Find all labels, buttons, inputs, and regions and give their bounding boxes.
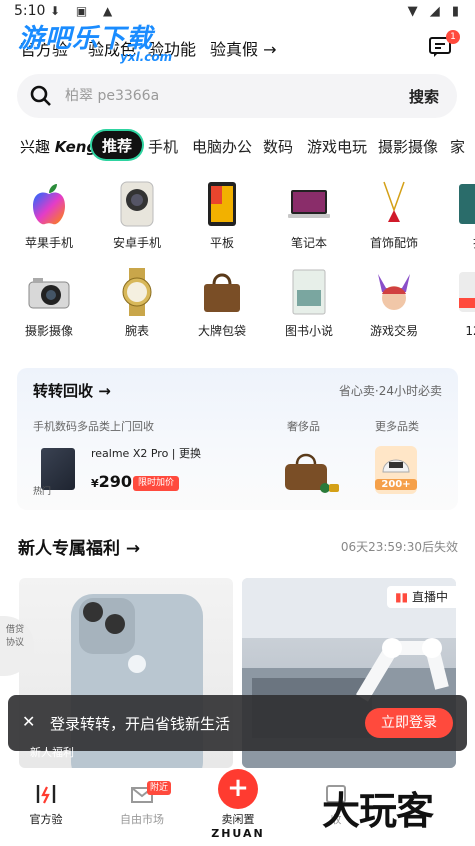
grid-label: 折: [442, 234, 475, 251]
grid-books[interactable]: 图书小说: [272, 268, 342, 342]
helmet-icon: [382, 459, 410, 473]
necklace-icon: [383, 181, 405, 222]
status-notification-icons: ⬇ ▣ ▲: [50, 4, 119, 18]
tab-gaming[interactable]: 游戏电玩: [307, 136, 367, 157]
tab-photo[interactable]: 摄影摄像: [378, 136, 438, 157]
grid-label: 苹果手机: [24, 236, 73, 250]
status-system-icons: ▼ ◢ ▮: [407, 4, 463, 19]
grid-label: 腕表: [124, 324, 149, 338]
more-count: 200+: [375, 479, 417, 490]
recycle-col-more: 更多品类: [375, 420, 419, 433]
card-label: 新人福利: [30, 746, 74, 759]
tab-phone[interactable]: 手机: [148, 136, 178, 157]
recycle-card[interactable]: 转转回收 → 省心卖·24小时必卖 手机数码多品类上门回收 奢侈品 更多品类 热…: [17, 368, 458, 510]
message-button[interactable]: 1: [428, 30, 460, 58]
tab-recommend[interactable]: 推荐: [92, 131, 143, 159]
phone-installment-icon: [459, 272, 475, 312]
grid-label: 摄影摄像: [24, 324, 73, 338]
camera-icon: [28, 278, 70, 309]
recycle-col-luxury: 奢侈品: [287, 420, 320, 433]
recycle-col-phone: 手机数码多品类上门回收: [33, 420, 154, 433]
grid-installment[interactable]: 12期: [442, 268, 475, 342]
nearby-badge: 附近: [147, 781, 172, 795]
status-time: 5:10: [14, 3, 46, 19]
message-badge: 1: [446, 30, 460, 44]
search-icon: [30, 85, 51, 106]
grid-label: 笔记本: [290, 236, 327, 250]
keng-logo: Keng: [54, 138, 98, 156]
sell-label: 卖闲置: [221, 813, 255, 826]
apple-logo-icon: [33, 184, 65, 225]
watch-icon: [122, 268, 152, 316]
recycle-model[interactable]: realme X2 Pro | 更换: [91, 445, 201, 461]
grid-label: 安卓手机: [112, 236, 161, 250]
foldable-phone-icon: [459, 184, 475, 224]
tab-official-label: 官方验: [29, 813, 63, 826]
grid-tablet[interactable]: 平板: [185, 180, 255, 254]
handbag-icon: [204, 273, 240, 312]
game-character-icon: [378, 274, 410, 310]
grid-game-trade[interactable]: 游戏交易: [357, 268, 427, 342]
grid-android-phone[interactable]: 安卓手机: [100, 180, 170, 254]
sell-button[interactable]: +: [218, 769, 258, 809]
grid-apple-phone[interactable]: 苹果手机: [12, 180, 82, 254]
grid-label: 游戏交易: [369, 324, 418, 338]
close-icon[interactable]: ✕: [22, 712, 35, 731]
recycle-price: ¥290: [91, 472, 132, 491]
tab-interest-label: 兴趣: [20, 138, 51, 156]
live-badge: ▮▮ 直播中: [386, 586, 456, 608]
tablet-icon: [208, 182, 236, 226]
toast-message: 登录转转，开启省钱新生活: [50, 715, 231, 733]
grid-label: 平板: [209, 236, 234, 250]
price-value: 290: [98, 472, 133, 491]
tab-home[interactable]: 家: [450, 136, 465, 157]
newuser-title[interactable]: 新人专属福利 →: [18, 534, 140, 559]
watermark-sub: yxl.com: [120, 50, 173, 64]
grid-foldable[interactable]: 折: [442, 180, 475, 254]
login-toast: ✕ 登录转转，开启省钱新生活 立即登录: [8, 695, 467, 751]
hot-label: 热门: [33, 487, 52, 497]
grid-bags[interactable]: 大牌包袋: [185, 268, 255, 342]
grid-laptop[interactable]: 笔记本: [272, 180, 342, 254]
price-boost-tag: 限时加价: [133, 476, 180, 491]
grid-label: 图书小说: [284, 324, 333, 338]
search-input[interactable]: [65, 84, 365, 108]
search-bar[interactable]: 搜索: [17, 74, 457, 118]
tab-market-label: 自由市场: [120, 813, 164, 826]
tab-office[interactable]: 电脑办公: [192, 136, 252, 157]
category-tabs: 兴趣 Keng 推荐 手机 电脑办公 数码 游戏电玩 摄影摄像 家: [0, 130, 475, 160]
newuser-countdown: 06天23:59:30后失效: [340, 540, 458, 554]
grid-label: 首饰配饰: [369, 236, 418, 250]
tab-interest[interactable]: 兴趣 Keng: [20, 136, 97, 157]
grid-camera[interactable]: 摄影摄像: [12, 268, 82, 342]
grid-label: 大牌包袋: [197, 324, 246, 338]
official-icon: [36, 785, 56, 804]
grid-label: 12期: [465, 324, 475, 338]
android-phone-icon: [120, 181, 154, 227]
recycle-title[interactable]: 转转回收 →: [33, 380, 111, 401]
grid-jewelry[interactable]: 首饰配饰: [357, 180, 427, 254]
live-icon: ▮▮: [394, 590, 412, 604]
book-icon: [292, 269, 326, 315]
brand-watermark: 大玩客: [322, 789, 434, 833]
recycle-subtitle: 省心卖·24小时必卖: [338, 384, 442, 398]
laptop-icon: [288, 190, 330, 218]
live-label: 直播中: [411, 590, 448, 604]
login-button[interactable]: 立即登录: [365, 708, 453, 738]
tab-official[interactable]: 官方验: [16, 783, 76, 827]
zhuan-logo: ZHUAN: [211, 827, 265, 840]
more-category-tile[interactable]: 200+: [375, 446, 417, 494]
top-nav-authenticity[interactable]: 验真假 →: [210, 36, 277, 60]
search-button[interactable]: 搜索: [409, 86, 439, 107]
tab-digital[interactable]: 数码: [263, 136, 293, 157]
price-prefix: ¥: [91, 477, 99, 490]
luxury-bag-icon[interactable]: [279, 446, 339, 494]
newuser-section-header: 新人专属福利 → 06天23:59:30后失效: [18, 534, 458, 559]
grid-watch[interactable]: 腕表: [100, 268, 170, 342]
